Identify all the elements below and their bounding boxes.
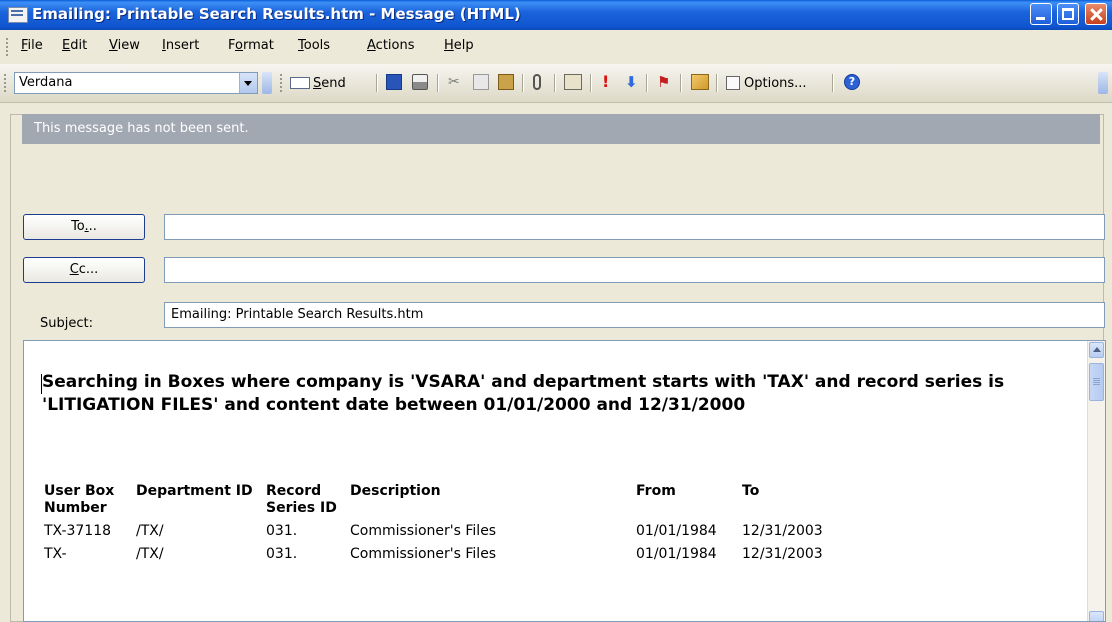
- cc-field[interactable]: [164, 257, 1105, 283]
- toolbar-separator: [716, 74, 718, 92]
- message-body[interactable]: Searching in Boxes where company is 'VSA…: [23, 340, 1106, 622]
- toolbar-separator: [832, 74, 834, 92]
- record-series-cell: 031.: [266, 546, 298, 562]
- to-button[interactable]: To...: [23, 214, 145, 240]
- from-date-cell: 01/01/1984: [636, 546, 717, 562]
- to-date-cell: 12/31/2003: [742, 523, 823, 539]
- print-icon[interactable]: [412, 74, 428, 90]
- vertical-scrollbar[interactable]: [1087, 341, 1105, 621]
- scroll-up-button[interactable]: [1089, 342, 1104, 358]
- menu-insert[interactable]: Insert: [162, 38, 199, 53]
- record-series-cell: 031.: [266, 523, 298, 539]
- toolbar-separator: [646, 74, 648, 92]
- title-bar: Emailing: Printable Search Results.htm -…: [0, 0, 1112, 30]
- toolbar-overflow-icon[interactable]: [1098, 72, 1108, 94]
- toolbar-separator: [590, 74, 592, 92]
- toolbar-separator: [554, 74, 556, 92]
- minimize-button[interactable]: [1030, 3, 1052, 25]
- from-date-cell: 01/01/1984: [636, 523, 717, 539]
- department-cell: /TX/: [136, 523, 164, 539]
- chevron-down-icon[interactable]: [239, 73, 257, 93]
- menu-actions[interactable]: Actions: [367, 38, 415, 53]
- font-name-value: Verdana: [19, 75, 73, 90]
- toolbar-separator: [376, 74, 378, 92]
- options-label: Options...: [744, 75, 807, 91]
- save-icon[interactable]: [386, 74, 402, 90]
- address-book-icon[interactable]: [564, 74, 582, 90]
- menu-file[interactable]: File: [21, 38, 43, 53]
- search-heading: Searching in Boxes where company is 'VSA…: [42, 372, 1005, 415]
- column-header: From: [636, 483, 676, 499]
- menu-bar: File Edit View Insert Format Tools Actio…: [0, 30, 1112, 65]
- menu-help[interactable]: Help: [444, 38, 474, 53]
- paste-icon[interactable]: [498, 74, 514, 90]
- box-number-cell: TX-: [44, 546, 67, 562]
- description-cell: Commissioner's Files: [350, 523, 497, 539]
- description-cell: Commissioner's Files: [350, 546, 497, 562]
- department-cell: /TX/: [136, 546, 164, 562]
- menu-edit[interactable]: Edit: [62, 38, 87, 53]
- toolbar-separator: [522, 74, 524, 92]
- flag-icon[interactable]: ⚑: [657, 74, 673, 90]
- close-button[interactable]: [1085, 3, 1107, 25]
- options-icon: [726, 76, 740, 90]
- help-icon[interactable]: ?: [844, 74, 860, 90]
- low-importance-icon[interactable]: ⬇: [625, 74, 641, 90]
- cc-button[interactable]: Cc...: [23, 257, 145, 283]
- subject-label: Subject:: [40, 316, 93, 331]
- window-title: Emailing: Printable Search Results.htm -…: [32, 5, 521, 23]
- toolbar: Verdana Send ✂ ! ⬇ ⚑ Options... ?: [0, 64, 1112, 103]
- subject-field[interactable]: Emailing: Printable Search Results.htm: [164, 302, 1105, 328]
- toolbar-grip[interactable]: [4, 74, 9, 92]
- send-button[interactable]: Send: [290, 72, 346, 94]
- menu-view[interactable]: View: [109, 38, 140, 53]
- scroll-down-button[interactable]: [1089, 611, 1104, 621]
- to-date-cell: 12/31/2003: [742, 546, 823, 562]
- menu-format[interactable]: Format: [228, 38, 274, 53]
- toolbar-separator: [437, 74, 439, 92]
- results-table: User Box Number Department ID Record Ser…: [44, 483, 854, 563]
- scroll-thumb[interactable]: [1089, 363, 1104, 401]
- menu-grip[interactable]: [6, 38, 11, 56]
- toolbar-grip-2[interactable]: [280, 74, 285, 92]
- attach-icon[interactable]: [533, 74, 541, 90]
- column-header: Description: [350, 483, 441, 499]
- column-header: To: [742, 483, 760, 499]
- high-importance-icon[interactable]: !: [602, 74, 618, 90]
- font-name-combobox[interactable]: Verdana: [14, 72, 258, 94]
- message-envelope-icon[interactable]: [8, 7, 28, 23]
- to-field[interactable]: [164, 214, 1105, 240]
- column-header: Record Series ID: [266, 483, 337, 516]
- toolbar-overflow-icon[interactable]: [262, 72, 272, 94]
- send-label: end: [321, 75, 346, 91]
- status-banner: This message has not been sent.: [22, 114, 1100, 144]
- box-number-cell: TX-37118: [44, 523, 112, 539]
- menu-tools[interactable]: Tools: [298, 38, 330, 53]
- table-row: TX-37118 /TX/ 031. Commissioner's Files …: [44, 517, 854, 540]
- options-button[interactable]: Options...: [726, 72, 807, 94]
- table-row: TX- /TX/ 031. Commissioner's Files 01/01…: [44, 540, 854, 563]
- permission-icon[interactable]: [691, 74, 709, 90]
- maximize-button[interactable]: [1057, 3, 1079, 25]
- copy-icon[interactable]: [473, 74, 489, 90]
- cut-icon[interactable]: ✂: [448, 74, 464, 90]
- toolbar-separator: [680, 74, 682, 92]
- column-header: Department ID: [136, 483, 253, 499]
- column-header: User Box Number: [44, 483, 115, 516]
- send-envelope-icon: [290, 77, 310, 89]
